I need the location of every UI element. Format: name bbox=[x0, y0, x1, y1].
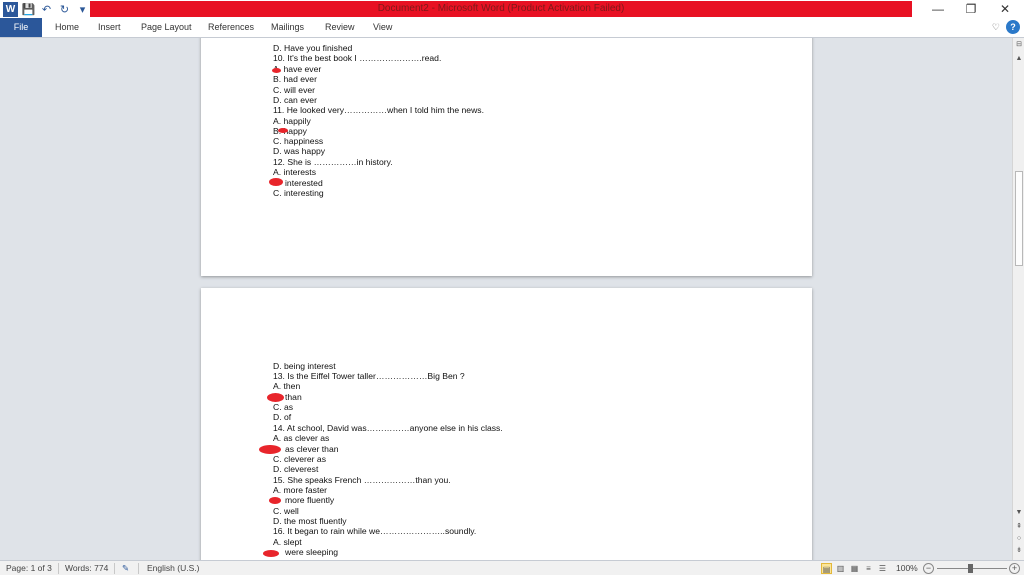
full-screen-reading-icon[interactable]: ▥ bbox=[835, 563, 846, 574]
zoom-out-icon[interactable]: − bbox=[923, 563, 934, 574]
zoom-slider-thumb[interactable] bbox=[968, 564, 973, 573]
save-icon[interactable]: 💾 bbox=[21, 2, 36, 17]
doc-line: 13. Is the Eiffel Tower taller………………Big … bbox=[273, 371, 465, 381]
doc-line: C. interesting bbox=[273, 188, 324, 198]
doc-line: B. had ever bbox=[273, 74, 317, 84]
doc-line: D. the most fluently bbox=[273, 516, 347, 526]
doc-line: interested bbox=[285, 178, 323, 188]
answer-mark bbox=[272, 68, 281, 73]
quick-access-toolbar: W 💾 ↶ ↻ ▾ bbox=[0, 0, 90, 18]
doc-line: C. will ever bbox=[273, 85, 316, 95]
doc-line: C. cleverer as bbox=[273, 454, 327, 464]
document-page[interactable]: D. being interest 13. Is the Eiffel Towe… bbox=[201, 288, 812, 560]
page-count[interactable]: Page: 1 of 3 bbox=[6, 561, 52, 575]
doc-line: C. happiness bbox=[273, 136, 324, 146]
redo-icon[interactable]: ↻ bbox=[57, 2, 72, 17]
word-count[interactable]: Words: 774 bbox=[65, 561, 108, 575]
doc-line: were sleeping bbox=[285, 547, 339, 557]
doc-line: 16. It began to rain while we…………………..so… bbox=[273, 526, 477, 536]
doc-line: D. can ever bbox=[273, 95, 317, 105]
doc-line: 12. She is ……………in history. bbox=[273, 157, 393, 167]
undo-icon[interactable]: ↶ bbox=[39, 2, 54, 17]
vertical-scrollbar[interactable]: ⊟ ▲ ▼ ⇞ ○ ⇟ bbox=[1012, 38, 1024, 560]
close-button[interactable]: ✕ bbox=[988, 0, 1022, 18]
tab-view[interactable]: View bbox=[373, 18, 392, 37]
answer-mark bbox=[259, 445, 281, 454]
doc-line: D. was happy bbox=[273, 146, 326, 156]
tab-page-layout[interactable]: Page Layout bbox=[141, 18, 192, 37]
doc-line: D. cleverest bbox=[273, 464, 319, 474]
title-bar: W 💾 ↶ ↻ ▾ Document2 - Microsoft Word (Pr… bbox=[0, 0, 1024, 18]
answer-mark bbox=[269, 178, 283, 186]
tab-file[interactable]: File bbox=[0, 18, 42, 37]
tab-insert[interactable]: Insert bbox=[98, 18, 121, 37]
ribbon-tabs: File Home Insert Page Layout References … bbox=[0, 18, 1024, 38]
doc-line: A. more faster bbox=[273, 485, 327, 495]
doc-line: A. happily bbox=[273, 116, 311, 126]
scroll-thumb[interactable] bbox=[1015, 171, 1023, 266]
zoom-in-icon[interactable]: + bbox=[1009, 563, 1020, 574]
minimize-button[interactable]: — bbox=[921, 0, 955, 18]
language-indicator[interactable]: English (U.S.) bbox=[147, 561, 199, 575]
outline-icon[interactable]: ≡ bbox=[863, 563, 874, 574]
proofing-icon[interactable]: ✎ bbox=[122, 561, 129, 575]
doc-line: 11. He looked very……………when I told him t… bbox=[273, 105, 484, 115]
document-area[interactable]: D. Have you finished 10. It's the best b… bbox=[0, 38, 1012, 560]
status-divider bbox=[138, 563, 139, 574]
tab-review[interactable]: Review bbox=[325, 18, 355, 37]
web-layout-icon[interactable]: ▦ bbox=[849, 563, 860, 574]
doc-line: 10. It's the best book I ………………….read. bbox=[273, 53, 442, 63]
window-title: Document2 - Microsoft Word (Product Acti… bbox=[90, 1, 912, 17]
doc-line: A. interests bbox=[273, 167, 316, 177]
minimize-ribbon-icon[interactable]: ♡ bbox=[992, 22, 1000, 33]
previous-page-icon[interactable]: ⇞ bbox=[1013, 522, 1024, 532]
print-layout-icon[interactable]: ▤ bbox=[821, 563, 832, 574]
customize-qat-icon[interactable]: ▾ bbox=[75, 2, 90, 17]
next-page-icon[interactable]: ⇟ bbox=[1013, 546, 1024, 556]
zoom-level[interactable]: 100% bbox=[896, 561, 918, 575]
document-page[interactable]: D. Have you finished 10. It's the best b… bbox=[201, 38, 812, 276]
help-icon[interactable]: ? bbox=[1006, 20, 1020, 34]
status-bar: Page: 1 of 3 Words: 774 ✎ English (U.S.)… bbox=[0, 560, 1024, 575]
answer-mark bbox=[269, 497, 281, 504]
tab-mailings[interactable]: Mailings bbox=[271, 18, 304, 37]
doc-line: D. Have you finished bbox=[273, 43, 353, 53]
doc-line: more fluently bbox=[285, 495, 335, 505]
scroll-down-icon[interactable]: ▼ bbox=[1013, 508, 1024, 518]
doc-line: C. well bbox=[273, 506, 299, 516]
answer-mark bbox=[263, 550, 279, 557]
answer-mark bbox=[278, 128, 288, 133]
word-logo-icon[interactable]: W bbox=[3, 1, 18, 17]
restore-button[interactable]: ❐ bbox=[954, 0, 988, 18]
doc-line: D. being interest bbox=[273, 361, 336, 371]
scroll-up-icon[interactable]: ▲ bbox=[1013, 54, 1024, 64]
doc-line: D. of bbox=[273, 412, 292, 422]
doc-line: 14. At school, David was……………anyone else… bbox=[273, 423, 503, 433]
doc-line: A. then bbox=[273, 381, 301, 391]
status-divider bbox=[58, 563, 59, 574]
doc-line: 15. She speaks French ………………than you. bbox=[273, 475, 451, 485]
draft-icon[interactable]: ☰ bbox=[877, 563, 888, 574]
doc-line: A. as clever as bbox=[273, 433, 330, 443]
doc-line: as clever than bbox=[285, 444, 339, 454]
status-divider bbox=[114, 563, 115, 574]
answer-mark bbox=[267, 393, 284, 402]
doc-line: than bbox=[285, 392, 302, 402]
ruler-toggle-icon[interactable]: ⊟ bbox=[1013, 40, 1024, 50]
tab-home[interactable]: Home bbox=[55, 18, 79, 37]
doc-line: C. as bbox=[273, 402, 294, 412]
tab-references[interactable]: References bbox=[208, 18, 254, 37]
doc-line: A. slept bbox=[273, 537, 302, 547]
select-browse-object-icon[interactable]: ○ bbox=[1013, 534, 1024, 544]
